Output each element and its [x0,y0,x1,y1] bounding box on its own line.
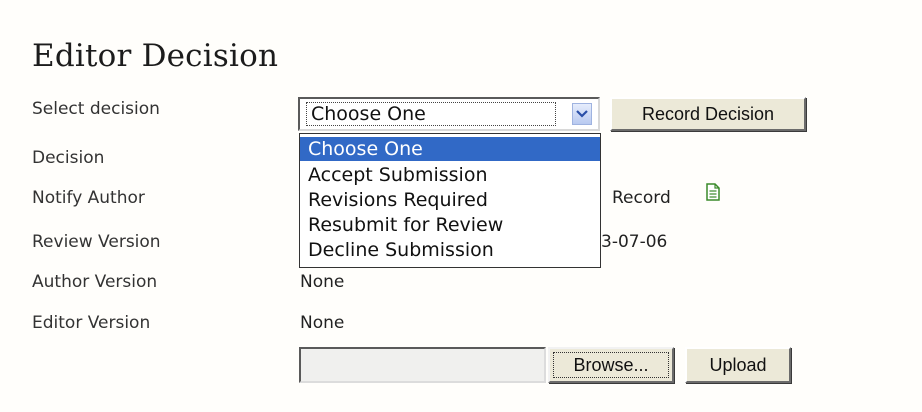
dropdown-option-revisions-required[interactable]: Revisions Required [300,188,600,212]
browse-button[interactable]: Browse... [548,347,674,383]
notify-author-record-link[interactable]: Record [612,188,671,208]
notify-author-label: Notify Author [32,188,145,208]
chevron-down-icon[interactable] [572,103,592,125]
dropdown-option-decline-submission[interactable]: Decline Submission [300,238,600,262]
decision-dropdown-list: Choose One Accept Submission Revisions R… [299,133,601,268]
review-version-link[interactable]: 3-07-06 [601,232,667,252]
dropdown-option-choose-one[interactable]: Choose One [300,137,600,161]
decision-label: Decision [32,148,105,168]
page-title: Editor Decision [32,38,279,74]
select-decision-label: Select decision [32,99,160,119]
editor-version-label: Editor Version [32,313,151,333]
editor-decision-page: Editor Decision Select decision Decision… [0,0,922,412]
editor-version-value: None [300,313,345,333]
author-version-value: None [300,272,345,292]
dropdown-option-accept-submission[interactable]: Accept Submission [300,163,600,187]
upload-button[interactable]: Upload [685,347,791,383]
review-version-label: Review Version [32,232,161,252]
decision-select[interactable]: Choose One [298,97,600,131]
author-version-label: Author Version [32,272,158,292]
file-upload-input[interactable] [299,347,546,383]
dropdown-option-resubmit-for-review[interactable]: Resubmit for Review [300,213,600,237]
decision-select-value: Choose One [306,102,556,126]
document-icon[interactable] [706,183,720,201]
record-decision-button[interactable]: Record Decision [610,97,806,131]
